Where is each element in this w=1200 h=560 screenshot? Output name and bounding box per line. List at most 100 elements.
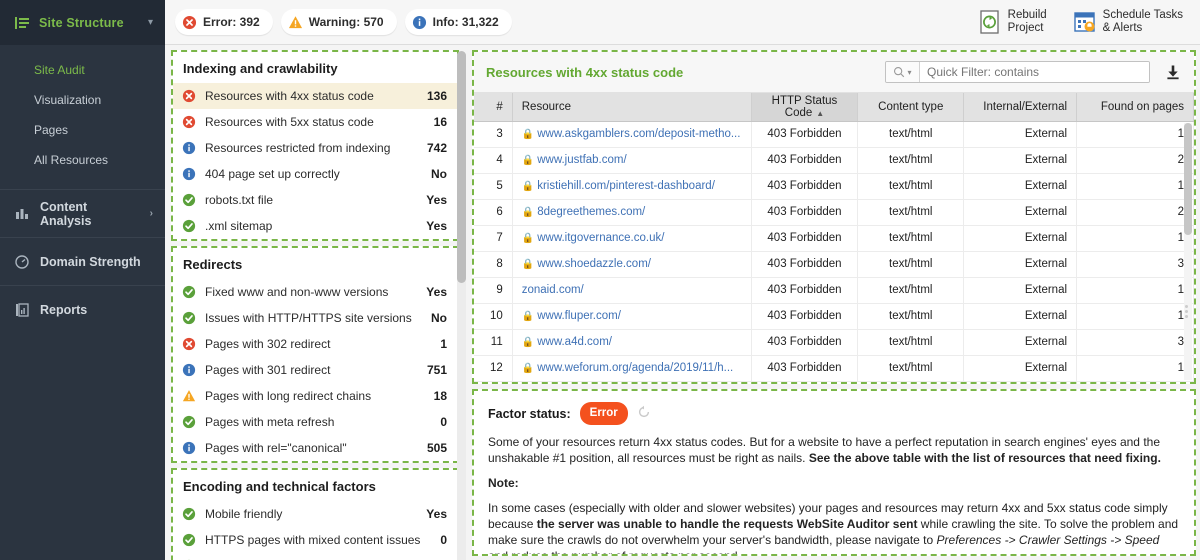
cell-type: text/html [857,199,965,226]
cell-resource[interactable]: 🔒 kristiehill.com/pinterest-dashboard/ [512,173,752,200]
grid-scrollbar[interactable] [1184,123,1192,380]
rebuild-project-line2: Project [1007,22,1044,34]
sidebar-item-domain-strength[interactable]: Domain Strength [0,237,165,285]
cell-resource[interactable]: 🔒 8degreethemes.com/ [512,199,752,226]
refresh-icon[interactable] [637,405,651,423]
factor-row[interactable]: Pages with long redirect chains 18 [173,383,457,409]
column-header-http-status[interactable]: HTTP Status Code ▲ [751,93,859,122]
cell-found: 2 [1076,147,1194,174]
factor-row-name: Pages with 301 redirect [205,363,331,377]
search-input[interactable] [920,62,1149,82]
download-button[interactable] [1160,64,1186,80]
cell-resource[interactable]: 🔒 www.a4d.com/ [512,329,752,356]
grid-scrollbar-thumb[interactable] [1184,123,1192,235]
report-icon [16,302,29,317]
table-row[interactable]: 12 🔒 www.weforum.org/agenda/2019/11/h... 40… [474,355,1194,382]
sidebar-item-content-analysis[interactable]: Content Analysis › [0,189,165,237]
cell-resource[interactable]: 🔒 www.weforum.org/agenda/2019/11/h... [512,355,752,382]
cell-resource[interactable]: 🔒 www.askgamblers.com/deposit-metho... [512,121,752,148]
table-row[interactable]: 6 🔒 8degreethemes.com/403 Forbidden text/ht… [474,199,1194,226]
search-icon[interactable]: ▾ [886,62,920,82]
sidebar-item-visualization[interactable]: Visualization [0,85,165,115]
quick-filter[interactable]: ▾ [885,61,1150,83]
column-header-found-on-pages[interactable]: Found on pages [1076,93,1194,122]
lock-icon: 🔒 [521,337,535,348]
factor-row[interactable]: Pages with multiple canonical URLs0 [173,553,457,560]
resource-link[interactable]: www.askgamblers.com/deposit-metho... [537,128,740,140]
sidebar-item-pages[interactable]: Pages [0,115,165,145]
resource-link[interactable]: www.fluper.com/ [537,310,621,322]
resource-link[interactable]: www.justfab.com/ [537,154,626,166]
sidebar-item-site-audit[interactable]: Site Audit [0,55,165,85]
table-row[interactable]: 10 🔒 www.fluper.com/403 Forbidden text/html… [474,303,1194,330]
cell-found: 1 [1076,277,1194,304]
table-row[interactable]: 9 zonaid.com/403 Forbidden text/html Extern… [474,277,1194,304]
factor-row[interactable]: Issues with HTTP/HTTPS site versions No [173,305,457,331]
factor-row[interactable]: Pages with rel="canonical" 505 [173,435,457,461]
column-label: HTTP Status Code [771,94,838,119]
factor-row[interactable]: robots.txt file Yes [173,187,457,213]
status-badge-label: Info: 31,322 [432,15,499,29]
chevron-down-icon[interactable]: ▾ [148,17,153,28]
factor-row[interactable]: Pages with 302 redirect 1 [173,331,457,357]
lock-icon: 🔒 [521,155,535,166]
factor-status-line: Factor status: Error [488,402,1180,425]
factor-group: Encoding and technical factors Mobile fri… [171,468,459,560]
cell-resource[interactable]: 🔒 www.justfab.com/ [512,147,752,174]
cell-resource[interactable]: 🔒 www.itgovernance.co.uk/ [512,225,752,252]
schedule-tasks-button[interactable]: Schedule Tasks & Alerts [1064,2,1192,42]
cell-resource[interactable]: zonaid.com/ [512,277,752,304]
cell-resource[interactable]: 🔒 www.shoedazzle.com/ [512,251,752,278]
column-label: Resource [521,100,571,113]
sidebar-header-site-structure[interactable]: Site Structure ▾ [0,0,165,45]
table-title: Resources with 4xx status code [486,64,684,80]
status-para2-e: and reduce the number of requests per se… [488,549,741,556]
resource-link[interactable]: www.itgovernance.co.uk/ [537,232,664,244]
resource-link[interactable]: www.shoedazzle.com/ [537,258,651,270]
factor-row[interactable]: Resources with 5xx status code 16 [173,109,457,135]
factor-row[interactable]: .xml sitemap Yes [173,213,457,239]
column-header-resource[interactable]: Resource [512,93,752,122]
column-header-number[interactable]: # [474,93,513,122]
table-row[interactable]: 7 🔒 www.itgovernance.co.uk/403 Forbidden te… [474,225,1194,252]
factor-row[interactable]: Resources restricted from indexing 742 [173,135,457,161]
status-badge-info[interactable]: Info: 31,322 [404,9,512,35]
status-para2-italic: Preferences -> Crawler Settings -> Speed [936,533,1160,547]
cell-type: text/html [857,329,965,356]
table-row[interactable]: 4 🔒 www.justfab.com/403 Forbidden text/html… [474,147,1194,174]
chevron-down-icon[interactable]: ▾ [907,68,911,77]
sidebar-item-all-resources[interactable]: All Resources [0,145,165,175]
column-header-internal-external[interactable]: Internal/External [963,93,1078,122]
resource-link[interactable]: zonaid.com/ [522,284,584,296]
factors-scrollbar-thumb[interactable] [457,51,466,283]
resource-link[interactable]: 8degreethemes.com/ [537,206,645,218]
factor-row[interactable]: HTTPS pages with mixed content issues 0 [173,527,457,553]
table-row[interactable]: 8 🔒 www.shoedazzle.com/403 Forbidden text/h… [474,251,1194,278]
factor-row[interactable]: Mobile friendly Yes [173,501,457,527]
resource-link[interactable]: kristiehill.com/pinterest-dashboard/ [537,180,715,192]
factor-row[interactable]: Pages with 301 redirect 751 [173,357,457,383]
status-badge-error[interactable]: Error: 392 [175,9,273,35]
rebuild-project-button[interactable]: Rebuild Project [969,2,1056,42]
sidebar-item-reports[interactable]: Reports [0,285,165,333]
table-row[interactable]: 3 🔒 www.askgamblers.com/deposit-metho... 40… [474,121,1194,148]
sidebar-item-label: Pages [34,123,69,137]
factor-groups: Indexing and crawlability Resources with … [171,50,470,560]
table-row[interactable]: 11 🔒 www.a4d.com/403 Forbidden text/html Ext… [474,329,1194,356]
factor-row[interactable]: Pages with meta refresh 0 [173,409,457,435]
table-header-bar: Resources with 4xx status code ▾ [474,52,1194,93]
column-header-content-type[interactable]: Content type [857,93,965,122]
factors-scrollbar[interactable] [457,51,466,560]
cell-resource[interactable]: 🔒 www.fluper.com/ [512,303,752,330]
status-badge-warning[interactable]: Warning: 570 [280,9,397,35]
factor-row[interactable]: Fixed www and non-www versions Yes [173,279,457,305]
resource-link[interactable]: www.weforum.org/agenda/2019/11/h... [537,362,733,374]
resource-link[interactable]: www.a4d.com/ [537,336,612,348]
factor-row[interactable]: 404 page set up correctly No [173,161,457,187]
factor-status-body: Factor status: Error Some of your resour… [474,391,1194,556]
table-row[interactable]: 5 🔒 kristiehill.com/pinterest-dashboard/40… [474,173,1194,200]
cell-found: 1 [1076,121,1194,148]
grid-resize-grip[interactable] [1185,305,1190,319]
factor-row[interactable]: Resources with 4xx status code 136 [173,83,457,109]
